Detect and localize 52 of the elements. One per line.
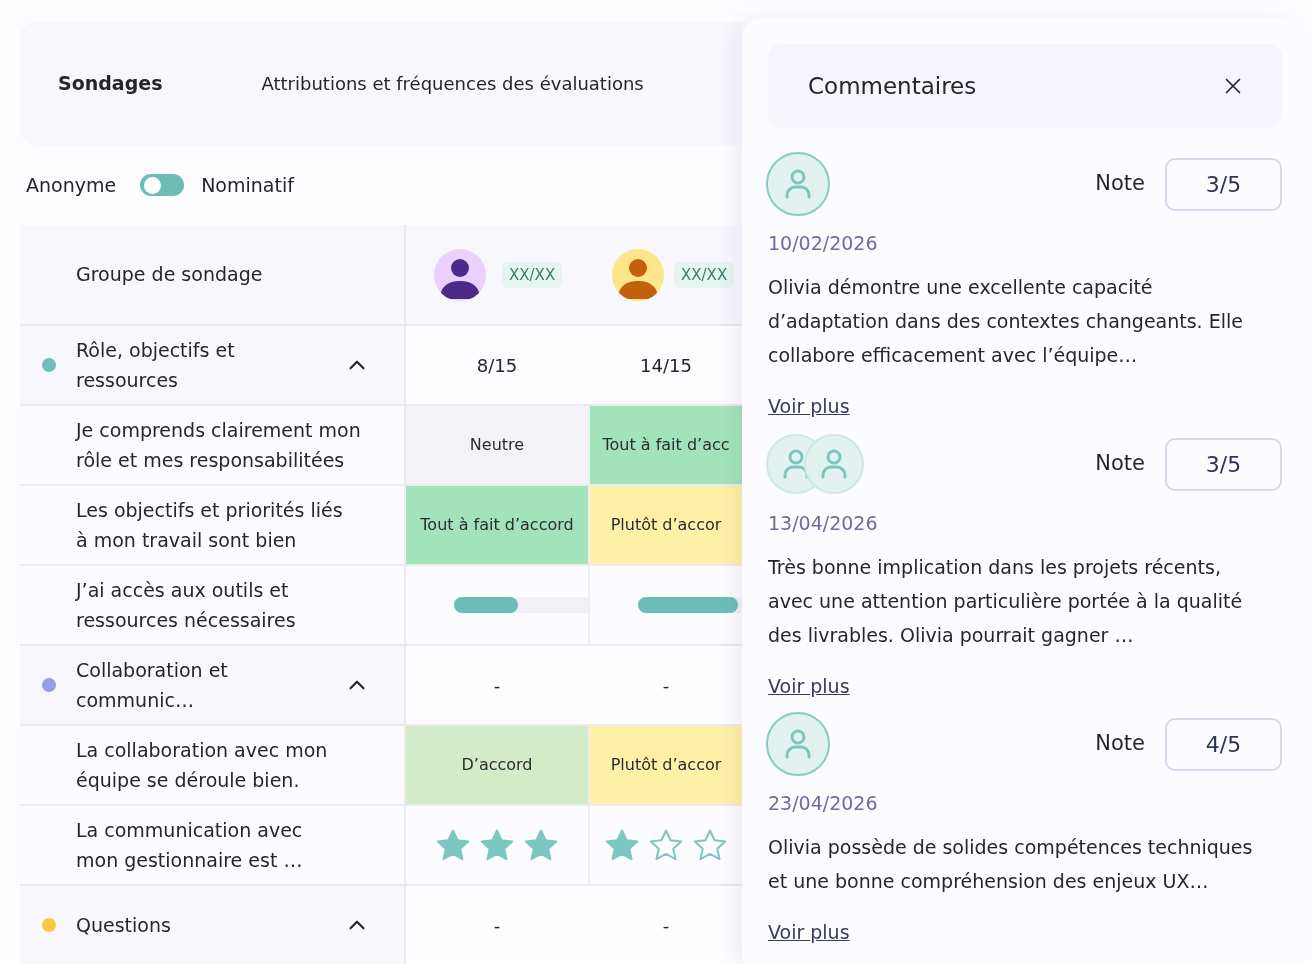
- question-label: Je comprends clairement mon rôle et mes responsabilitées: [76, 418, 361, 473]
- toggle-label: Nominatif: [201, 172, 294, 198]
- rating-value: 3/5: [1165, 157, 1282, 211]
- section-title: Questions: [76, 913, 172, 938]
- note-label: Note: [1095, 170, 1145, 198]
- answer-cell: Plutôt d’accor: [590, 486, 742, 564]
- answer-cell: Plutôt d’accor: [590, 726, 742, 804]
- star-icon: [436, 829, 470, 861]
- answer-cell: Tout à fait d’acc: [590, 406, 742, 484]
- answer-cell: Neutre: [406, 406, 588, 484]
- panel-title: Commentaires: [808, 71, 977, 101]
- see-more-link[interactable]: Voir plus: [768, 920, 850, 944]
- section-score: -: [493, 673, 501, 698]
- toggle-switch[interactable]: [140, 174, 185, 196]
- star-outline-icon: [649, 829, 683, 861]
- group-avatar-icon: [766, 434, 864, 494]
- score-label: XX/XX: [502, 261, 563, 288]
- section-score: 8/15: [476, 353, 518, 378]
- section-score: 14/15: [640, 353, 692, 378]
- question-label: La communication avec mon gestionnaire est …: [76, 818, 303, 873]
- star-icon: [480, 829, 514, 861]
- section-score: -: [662, 913, 670, 938]
- section-title: Collaboration et communic…: [76, 658, 229, 713]
- note-label: Note: [1095, 730, 1145, 758]
- toggle-label: Anonyme: [26, 172, 117, 198]
- answer-cell: D’accord: [406, 726, 588, 804]
- see-more-link[interactable]: Voir plus: [768, 674, 850, 698]
- see-more-link[interactable]: Voir plus: [768, 394, 850, 418]
- comment-text: Très bonne implication dans les projets récents, avec une attention particulière portée à la qualité des livrables. Olivia pourrait gagner …: [768, 555, 1244, 648]
- section-score: -: [662, 673, 670, 698]
- question-label: La collaboration avec mon équipe se déroule bien.: [76, 738, 328, 793]
- star-icon: [524, 829, 558, 861]
- rating-value: 4/5: [1165, 717, 1282, 771]
- comment-date: 10/02/2026: [768, 231, 879, 255]
- comment-text: Olivia possède de solides compétences techniques et une bonne compréhension des enjeux UX…: [768, 835, 1254, 894]
- star-outline-icon: [693, 829, 727, 861]
- page-title: Sondages: [58, 71, 163, 97]
- comment-date: 13/04/2026: [768, 511, 879, 535]
- comment-date: 23/04/2026: [768, 791, 879, 815]
- page-subtitle: Attributions et fréquences des évaluations: [261, 72, 644, 96]
- user-avatar-icon: [766, 712, 830, 776]
- question-label: Les objectifs et priorités liés à mon travail sont bien: [76, 498, 343, 553]
- column-header: Groupe de sondage: [76, 262, 263, 288]
- note-label: Note: [1095, 450, 1145, 478]
- score-label: XX/XX: [674, 261, 735, 288]
- comment-text: Olivia démontre une excellente capacité d’adaptation dans des contextes changeants. Elle collabore efficacement avec l’équipe…: [768, 275, 1244, 368]
- section-score: -: [493, 913, 501, 938]
- answer-cell: Tout à fait d’accord: [406, 486, 588, 564]
- section-title: Rôle, objectifs et ressources: [76, 338, 236, 393]
- rating-value: 3/5: [1165, 437, 1282, 491]
- question-label: J’ai accès aux outils et ressources nécessaires: [76, 578, 296, 633]
- star-icon: [605, 829, 639, 861]
